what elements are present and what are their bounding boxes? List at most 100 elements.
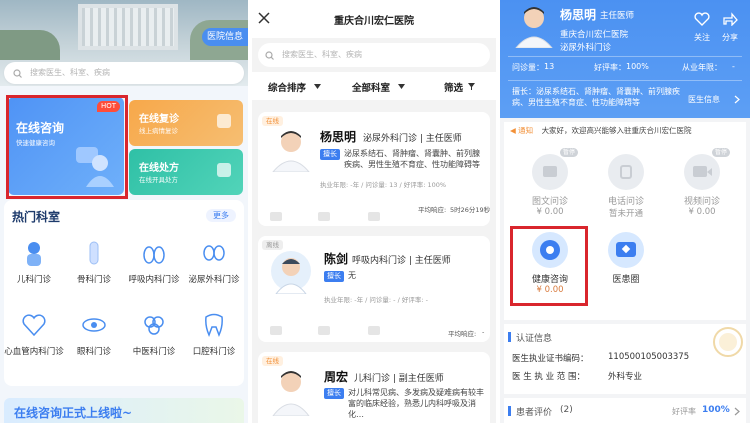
child-icon [27, 242, 41, 266]
highlight-box-health-consult [510, 226, 588, 306]
video-consult[interactable]: 暂停 视频问诊 ¥ 0.00 [670, 148, 734, 217]
doctor-specialty: 对儿科常见病、多发病及疑难病有较丰富的临床经验，熟悉儿内科呼吸及消化… [348, 388, 484, 419]
image-consult-icon [270, 326, 282, 335]
consult-count: 13 [544, 62, 555, 71]
status-badge: 在线 [262, 356, 283, 366]
herb-icon [144, 316, 164, 335]
video-consult-icon [368, 212, 380, 221]
dept-label: 眼科门诊 [76, 347, 111, 357]
tooth-icon [205, 313, 223, 337]
dept-dental[interactable]: 口腔科门诊 [184, 312, 244, 358]
online-prescription-card[interactable]: 在线处方 在线开具处方 [129, 149, 243, 195]
notice-label: 通知 [518, 126, 534, 135]
doctor-detail-screen: 杨思明 主任医师 重庆合川宏仁医院 泌尿外科门诊 关注 分享 问诊量： 13 好… [500, 0, 750, 423]
doctor-department: 呼吸内科门诊 | 主任医师 [352, 256, 451, 266]
doctor-search-input[interactable]: 搜索医生、科室、疾病 [258, 43, 490, 67]
status-badge: 离线 [262, 240, 283, 250]
doctor-department: 儿科门诊 | 副主任医师 [354, 374, 444, 384]
dept-tcm[interactable]: 中医科门诊 [124, 312, 184, 358]
status-badge: 在线 [262, 116, 283, 126]
dept-orthopedics[interactable]: 骨科门诊 [64, 240, 124, 286]
online-revisit-card[interactable]: 在线复诊 线上病情复诊 [129, 100, 243, 146]
section-marker [508, 406, 511, 416]
dept-label: 呼吸内科门诊 [128, 275, 180, 285]
doctor-card[interactable]: 离线 陈剑 呼吸内科门诊 | 主任医师 擅长 无 执业年限: -年 / 问诊量:… [258, 236, 490, 342]
community-icon [608, 232, 644, 268]
dept-pediatrics[interactable]: 儿科门诊 [4, 240, 64, 286]
dept-respiratory[interactable]: 呼吸内科门诊 [124, 240, 184, 286]
heart-icon[interactable] [694, 12, 710, 26]
filter-button[interactable]: 筛选 [444, 80, 463, 94]
service-price: 暂未开通 [608, 209, 643, 219]
bone-icon [89, 241, 99, 265]
online-prescription-subtitle: 在线开具处方 [139, 176, 178, 184]
filter-bar: 综合排序 全部科室 筛选 [252, 72, 496, 100]
department-dropdown[interactable]: 全部科室 [352, 80, 390, 94]
response-time: - [482, 328, 485, 336]
doctor-card[interactable]: 在线 杨思明 泌尿外科门诊 | 主任医师 擅长 泌尿系结石、肾肿瘤、肾囊肿、前列… [258, 112, 490, 226]
doctor-hospital: 重庆合川宏仁医院 [560, 30, 629, 40]
certified-seal-icon [713, 327, 743, 357]
online-consult-banner[interactable]: 在线咨询正式上线啦~ [4, 398, 244, 423]
doctor-department: 泌尿外科门诊 | 主任医师 [363, 134, 462, 144]
specialty-text: 泌尿系结石、肾肿瘤、肾囊肿、前列腺疾病、男性生殖不育症、性功能障碍等 [512, 87, 680, 107]
skill-tag: 擅长 [324, 271, 344, 282]
doctor-card[interactable]: 在线 周宏 儿科门诊 | 副主任医师 擅长 对儿科常见病、多发病及疑难病有较丰富… [258, 352, 490, 423]
dept-ophthalmology[interactable]: 眼科门诊 [64, 312, 124, 358]
certification-section: 认证信息 医生执业证书编码： 110500105003375 医 生 执 业 范… [504, 324, 746, 394]
chevron-right-icon [734, 95, 740, 104]
doctor-department: 泌尿外科门诊 [560, 43, 612, 53]
review-rate: 100% [702, 405, 730, 415]
doctor-avatar [272, 371, 310, 416]
search-icon [265, 51, 274, 60]
search-input[interactable]: 搜索医生、科室、疾病 [4, 62, 244, 84]
doctor-avatar [272, 131, 310, 172]
notice-text: 大家好，欢迎高兴能够入驻重庆合川宏仁医院 [541, 126, 692, 135]
patient-reviews-section[interactable]: 患者评价 (2) 好评率 100% [504, 398, 746, 423]
speaker-icon: ◀ [510, 126, 516, 135]
image-consult-icon: 暂停 [532, 148, 578, 190]
eye-icon [82, 318, 106, 332]
service-name: 医患圈 [612, 275, 640, 285]
service-price: ¥ 0.00 [688, 207, 716, 217]
doctor-patient-circle[interactable]: 医患圈 [594, 232, 658, 285]
search-icon [13, 69, 22, 78]
filter-icon [468, 83, 475, 90]
doctor-stats: 执业年限: -年 / 问诊量: - / 好评率: - [324, 296, 428, 304]
dept-label: 口腔科门诊 [192, 347, 236, 357]
doctor-stats: 执业年限: -年 / 问诊量: 13 / 好评率: 100% [320, 181, 447, 189]
online-revisit-subtitle: 线上病情复诊 [139, 127, 178, 135]
share-button[interactable]: 分享 [722, 32, 738, 43]
image-text-consult[interactable]: 暂停 图文问诊 ¥ 0.00 [518, 148, 582, 217]
dept-label: 泌尿外科门诊 [188, 275, 240, 285]
follow-button[interactable]: 关注 [694, 32, 710, 43]
sort-dropdown[interactable]: 综合排序 [268, 80, 306, 94]
dept-urology[interactable]: 泌尿外科门诊 [184, 240, 244, 286]
doctor-intro-link[interactable]: 医生信息 [688, 94, 720, 105]
phone-consult[interactable]: 电话问诊 暂未开通 [594, 154, 658, 219]
dept-label: 儿科门诊 [16, 275, 51, 285]
phone-icon [608, 154, 644, 190]
hospital-home-screen: 医院信息 搜索医生、科室、疾病 HOT 在线咨询 快速健康咨询 在线复诊 线上病… [0, 0, 248, 423]
video-icon: 暂停 [684, 148, 730, 190]
review-rate-label: 好评率 [672, 407, 696, 416]
hospital-info-button[interactable]: 医院信息 [202, 28, 248, 46]
divider [508, 56, 742, 57]
response-label: 平均响应: [448, 330, 477, 338]
share-icon[interactable] [722, 12, 738, 26]
revisit-icon [217, 114, 231, 128]
doctor-avatar [271, 251, 311, 294]
paused-badge: 暂停 [559, 148, 578, 157]
lungs-icon [143, 246, 165, 264]
doctor-specialty: 擅长：泌尿系结石、肾肿瘤、肾囊肿、前列腺疾病、男性生殖不育症、性功能障碍等 [512, 86, 684, 110]
more-departments-button[interactable]: 更多 [206, 209, 236, 222]
chevron-right-icon [734, 407, 740, 416]
response-time: 5时26分19秒 [450, 206, 491, 214]
doctor-name: 周宏 [324, 370, 349, 384]
years-value: - [732, 62, 735, 71]
divider [508, 80, 742, 81]
doctor-profile-header: 杨思明 主任医师 重庆合川宏仁医院 泌尿外科门诊 关注 分享 问诊量： 13 好… [500, 0, 750, 118]
hot-departments-title: 热门科室 [12, 210, 61, 224]
cert-scope: 外科专业 [608, 372, 643, 382]
dept-cardiology[interactable]: 心血管内科门诊 [4, 312, 64, 358]
